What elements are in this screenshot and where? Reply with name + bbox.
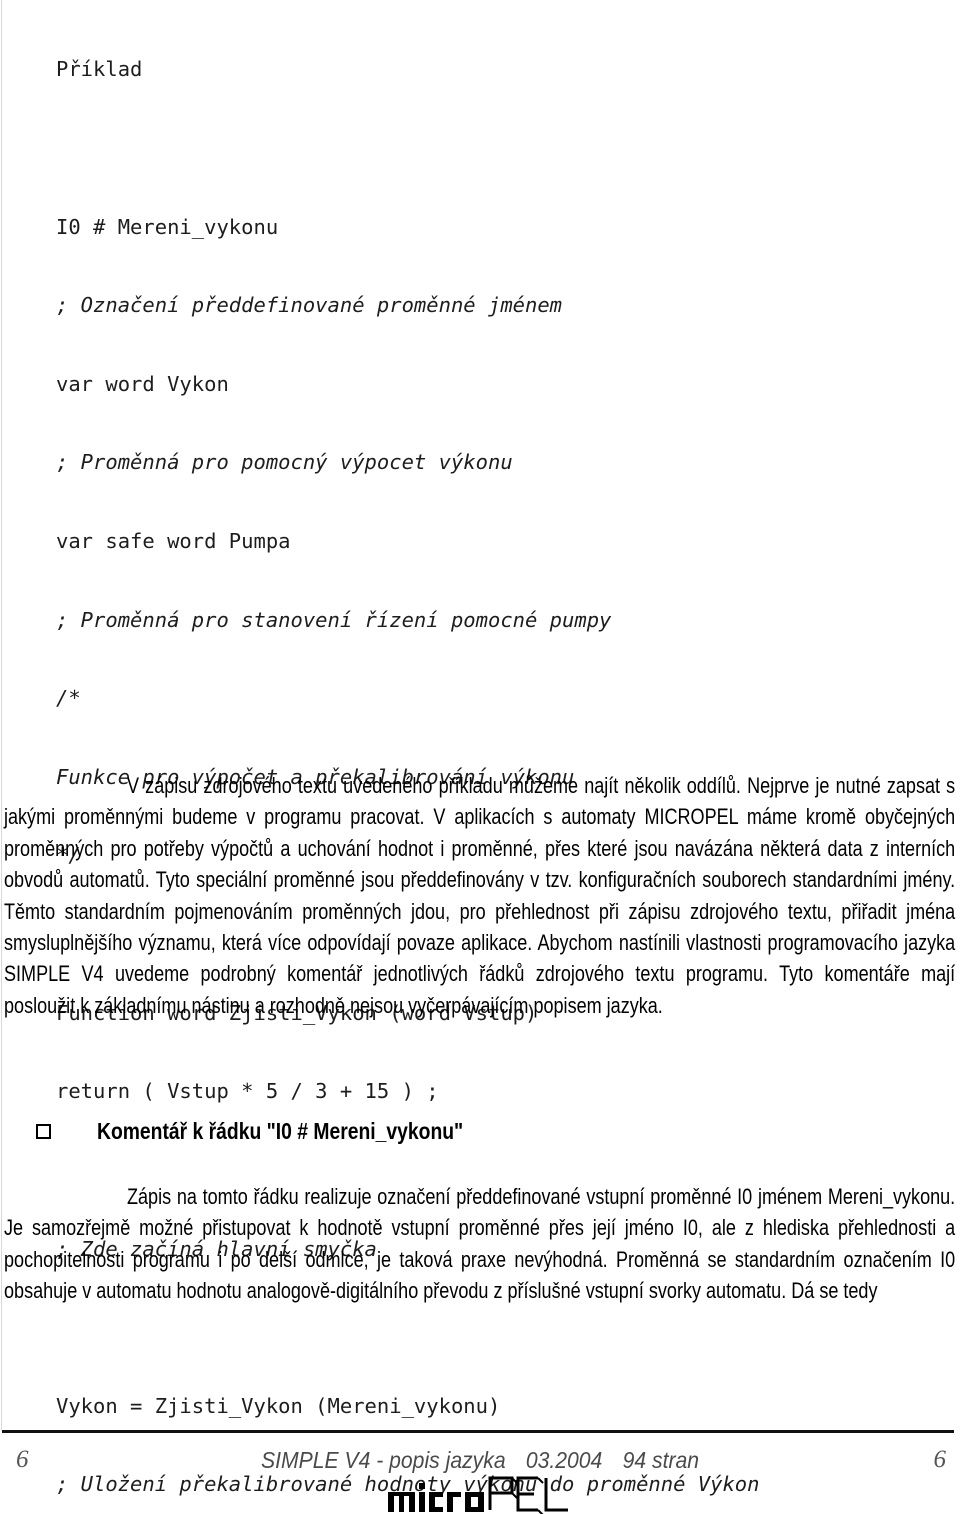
body-paragraph-2: Zápis na tomto řádku realizuje označení … [4, 1184, 956, 1304]
document-page: Příklad I0 # Mereni_vykonu ; Označení př… [0, 0, 960, 1514]
page-left-edge-rule [1, 0, 2, 1430]
footer-page-number-left: 6 [16, 1446, 29, 1473]
code-line-11: return ( Vstup * 5 / 3 + 15 ) ; [56, 1079, 439, 1104]
code-line-3: ; Proměnná pro pomocný výpocet výkonu [56, 450, 513, 475]
body-paragraph-1: V zápisu zdrojového textu uvedeného přík… [4, 773, 956, 1018]
code-line-15: Vykon = Zjisti_Vykon (Mereni_vykonu) [56, 1393, 501, 1418]
section-heading-row: Komentář k řádku "I0 # Mereni_vykonu" [36, 1118, 533, 1144]
footer-page-count: 94 stran [622, 1447, 700, 1473]
footer-page-number-right: 6 [933, 1446, 947, 1473]
micropel-logo-graphic [388, 1476, 568, 1514]
footer-document-title: SIMPLE V4 - popis jazyka [260, 1447, 506, 1473]
footer-center-text: SIMPLE V4 - popis jazyka 03.2004 94 stran [38, 1447, 921, 1474]
footer-date: 03.2004 [525, 1447, 603, 1473]
code-line-6: /* [56, 686, 81, 711]
code-line-2: var word Vykon [56, 371, 229, 396]
micropel-logo [0, 1474, 960, 1514]
footer-divider-rule [2, 1430, 954, 1433]
hollow-square-bullet-icon [36, 1123, 51, 1139]
code-line-4: var safe word Pumpa [56, 529, 291, 554]
section-heading-text: Komentář k řádku "I0 # Mereni_vykonu" [97, 1118, 464, 1144]
code-title-line: Příklad [56, 57, 143, 82]
code-line-1: ; Označení předdefinované proměnné jméne… [56, 293, 563, 318]
code-line-5: ; Proměnná pro stanovení řízení pomocné … [56, 607, 612, 632]
code-line-0: I0 # Mereni_vykonu [56, 214, 279, 239]
code-spacer [56, 135, 946, 161]
